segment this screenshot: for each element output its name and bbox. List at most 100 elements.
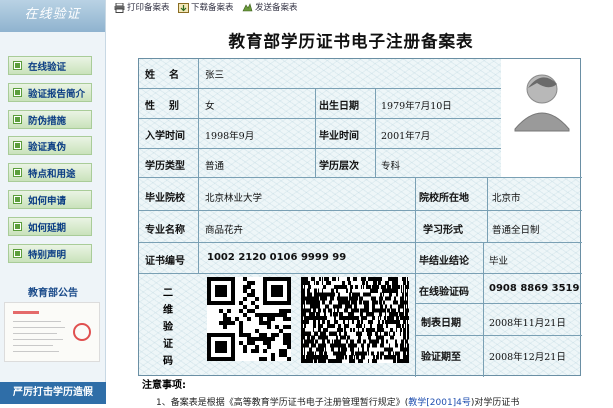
bullet-icon	[13, 248, 22, 258]
table-divider	[415, 177, 416, 377]
print-button[interactable]: 打印备案表	[114, 1, 170, 13]
sidebar: 在线验证 在线验证 验证报告简介 防伪措施 验证真伪 特点和用途 如何申请 如何…	[0, 0, 106, 404]
cert-value: 1002 2120 0106 9999 99	[207, 252, 347, 263]
table-divider	[139, 273, 582, 274]
send-label: 发送备案表	[255, 3, 298, 13]
send-button[interactable]: 发送备案表	[242, 1, 298, 13]
birth-value: 1979年7月10日	[381, 101, 452, 112]
notice-text-line	[13, 339, 63, 340]
printer-icon	[114, 2, 125, 13]
notice-text-line	[13, 345, 53, 346]
sidebar-item-label: 如何延期	[28, 222, 67, 234]
notice-header-mark	[13, 311, 39, 314]
note-text: 1、备案表是根据《高等教育学历证书电子注册管理暂行规定》(	[156, 398, 409, 408]
sidebar-item-verify-authenticity[interactable]: 验证真伪	[8, 136, 92, 156]
cert-label: 证书编号	[145, 256, 185, 267]
notice-thumbnail[interactable]	[4, 302, 100, 362]
sidebar-item-label: 特点和用途	[28, 169, 76, 181]
table-divider	[139, 210, 582, 211]
sidebar-item-disclaimer[interactable]: 特别声明	[8, 243, 92, 263]
sidebar-item-features[interactable]: 特点和用途	[8, 163, 92, 183]
sidebar-item-label: 如何申请	[28, 195, 67, 207]
name-value: 张三	[205, 70, 225, 81]
pdf417-barcode	[301, 277, 409, 363]
birth-label: 出生日期	[319, 101, 359, 112]
level-value: 专科	[381, 161, 401, 172]
sidebar-item-label: 防伪措施	[28, 115, 67, 127]
table-divider	[139, 242, 582, 243]
table-divider	[139, 88, 501, 89]
table-divider	[487, 177, 488, 242]
notice-title: 教育部公告	[28, 288, 78, 299]
notes-title: 注意事项:	[142, 380, 186, 391]
table-divider	[415, 335, 582, 336]
sidebar-item-label: 验证真伪	[28, 142, 67, 154]
sidebar-item-how-extend[interactable]: 如何延期	[8, 216, 92, 236]
bullet-icon	[13, 194, 22, 204]
note-text: )对学历证书	[470, 398, 520, 408]
regulation-link[interactable]: 教学[2001]4号	[408, 398, 471, 408]
download-label: 下载备案表	[191, 3, 234, 13]
table-divider	[139, 118, 501, 119]
bullet-icon	[13, 114, 22, 124]
expire-label: 验证期至	[421, 352, 461, 363]
seal-icon	[73, 323, 91, 341]
made-date-label: 制表日期	[421, 318, 461, 329]
notice-text-line	[13, 321, 61, 322]
school-value: 北京林业大学	[205, 193, 263, 204]
bullet-icon	[13, 61, 22, 70]
bullet-icon	[13, 141, 22, 151]
table-divider	[315, 88, 316, 177]
record-table: 姓名 张三 性别 女 出生日期 1979年7月10日 入学时间 1998年9月 …	[138, 58, 582, 377]
grad-label: 毕业时间	[319, 131, 359, 142]
form-label: 学习形式	[423, 225, 463, 236]
gender-value: 女	[205, 101, 215, 112]
conclusion-value: 毕业	[489, 256, 509, 267]
print-label: 打印备案表	[127, 3, 170, 13]
table-divider	[139, 148, 501, 149]
enroll-label: 入学时间	[145, 131, 185, 142]
qr-code	[207, 277, 291, 361]
location-value: 北京市	[492, 193, 521, 204]
sidebar-item-report-intro[interactable]: 验证报告简介	[8, 82, 92, 102]
major-label: 专业名称	[145, 225, 185, 236]
sidebar-nav: 在线验证 验证报告简介 防伪措施 验证真伪 特点和用途 如何申请 如何延期 特别…	[8, 56, 92, 270]
school-label: 毕业院校	[145, 193, 185, 204]
bullet-icon	[13, 221, 22, 231]
sidebar-item-label: 特别声明	[28, 249, 67, 261]
avatar-photo	[501, 59, 580, 177]
sidebar-item-label: 在线验证	[28, 62, 67, 73]
name-label: 姓名	[145, 70, 193, 81]
bullet-icon	[13, 168, 22, 178]
notice-text-line	[13, 351, 59, 352]
sidebar-item-how-apply[interactable]: 如何申请	[8, 189, 92, 209]
note-item: 1、备案表是根据《高等教育学历证书电子注册管理暂行规定》(教学[2001]4号)…	[156, 395, 519, 408]
bottom-banner[interactable]: 严厉打击学历造假	[0, 382, 106, 404]
download-button[interactable]: 下载备案表	[178, 1, 234, 13]
sidebar-item-online-verify[interactable]: 在线验证	[8, 56, 92, 75]
expire-value: 2008年12月21日	[489, 352, 566, 363]
qr-label: 二维验证码	[163, 288, 173, 367]
table-divider	[198, 59, 199, 273]
type-value: 普通	[205, 161, 225, 172]
table-divider	[375, 88, 376, 177]
sidebar-item-anti-fake[interactable]: 防伪措施	[8, 109, 92, 129]
send-icon	[242, 2, 253, 11]
table-divider	[139, 177, 582, 178]
bullet-icon	[13, 87, 22, 97]
major-value: 商品花卉	[205, 225, 244, 236]
location-label: 院校所在地	[419, 193, 469, 204]
verify-code-label: 在线验证码	[419, 287, 469, 298]
table-divider	[483, 242, 484, 377]
download-icon	[178, 2, 189, 13]
sidebar-item-label: 验证报告简介	[28, 88, 86, 100]
form-value: 普通全日制	[492, 225, 540, 236]
notice-text-line	[13, 327, 65, 328]
conclusion-label: 毕结业结论	[419, 256, 469, 267]
notice-text-line	[13, 333, 57, 334]
made-date-value: 2008年11月21日	[489, 318, 566, 329]
grad-value: 2001年7月	[381, 131, 431, 142]
page-title: 教育部学历证书电子注册备案表	[228, 32, 474, 51]
gender-label: 性别	[145, 101, 193, 112]
verify-code-value[interactable]: 0908 8869 3519	[489, 283, 579, 294]
